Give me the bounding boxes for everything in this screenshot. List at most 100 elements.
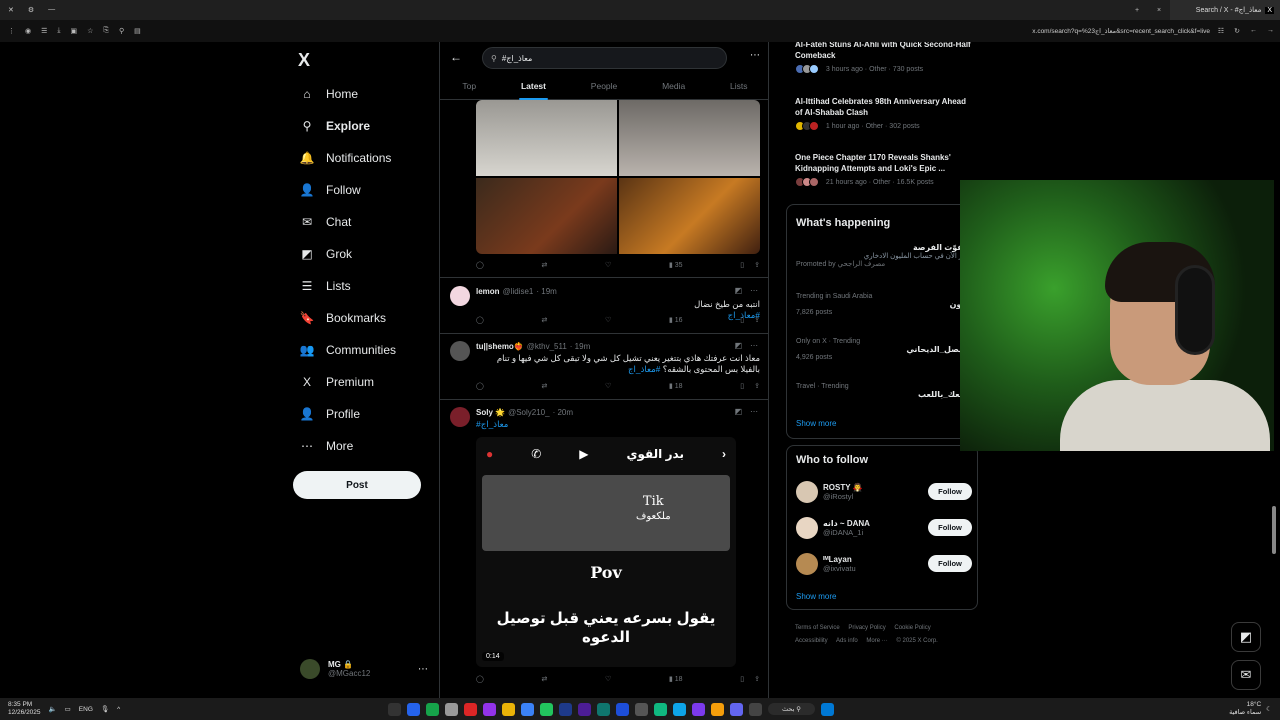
app-icon[interactable] <box>521 702 534 716</box>
show-more-link[interactable]: Show more <box>796 592 836 601</box>
post-button[interactable]: Post <box>293 471 421 499</box>
like-icon[interactable]: ♡ <box>605 382 611 390</box>
account-more-icon[interactable]: ⋯ <box>418 664 428 675</box>
app-icon[interactable] <box>711 702 724 716</box>
tab-top[interactable]: Top <box>462 78 476 100</box>
tweet-author[interactable]: lemon <box>476 287 500 296</box>
hashtag-link[interactable]: #معاذ_اج <box>628 364 660 374</box>
retweet-icon[interactable]: ⇄ <box>542 382 548 390</box>
media-image[interactable] <box>619 100 760 176</box>
app-icon[interactable] <box>502 702 515 716</box>
bookmark-icon[interactable]: ▯ <box>740 382 744 390</box>
download-icon[interactable]: ⤓ <box>57 27 60 35</box>
tweet-time[interactable]: · 19m <box>536 287 556 296</box>
hashtag-link[interactable]: #معاذ_اج <box>476 419 508 429</box>
nav-explore[interactable]: ⚲ Explore <box>298 110 396 142</box>
nav-premium[interactable]: X Premium <box>298 366 396 398</box>
back-arrow-icon[interactable]: ← <box>450 50 462 64</box>
footer-link[interactable]: Cookie Policy <box>894 625 930 631</box>
nav-chat[interactable]: ✉ Chat <box>298 206 396 238</box>
avatar[interactable] <box>450 286 470 306</box>
url-field[interactable]: x.com/search?q=%23معاذ_اج&src=recent_sea… <box>1032 27 1210 35</box>
follow-suggestion[interactable]: ROSTY 🧛 @iRostyl Follow <box>796 478 972 506</box>
footer-link[interactable]: Accessibility <box>795 638 828 644</box>
media-image[interactable] <box>619 178 760 254</box>
retweet-icon[interactable]: ⇄ <box>542 675 548 683</box>
network-icon[interactable]: ▭ <box>65 705 71 713</box>
reply-icon[interactable]: ◯ <box>476 316 484 324</box>
grok-icon[interactable]: ◩ <box>734 341 742 350</box>
app-icon[interactable] <box>445 702 458 716</box>
more-icon[interactable]: ⋯ <box>750 286 758 295</box>
tab-people[interactable]: People <box>591 78 617 100</box>
tab-media[interactable]: Media <box>662 78 685 100</box>
collections-icon[interactable]: ▣ <box>71 27 78 35</box>
more-icon[interactable]: ⋯ <box>750 341 758 350</box>
nav-grok[interactable]: ◩ Grok <box>298 238 396 270</box>
retweet-icon[interactable]: ⇄ <box>542 261 548 269</box>
windows-start-icon[interactable] <box>820 702 834 716</box>
extension-icon[interactable]: ◉ <box>25 27 31 35</box>
app-icon[interactable] <box>464 702 477 716</box>
trend-item[interactable]: Travel · Trending #سعك_باللعب <box>796 383 972 399</box>
views-count[interactable]: ▮ 35 <box>669 261 683 269</box>
close-window-icon[interactable]: ✕ <box>8 6 14 14</box>
tab-lists[interactable]: Lists <box>730 78 747 100</box>
nav-more[interactable]: ⋯ More <box>298 430 396 462</box>
bookmark-icon[interactable]: ▯ <box>740 675 744 683</box>
browser-tab-search[interactable]: Search / X - #معاذ_اج X <box>1170 0 1280 20</box>
app-icon[interactable] <box>654 702 667 716</box>
share-icon[interactable]: ⇪ <box>754 261 760 269</box>
tweet-author[interactable]: tu||shemo❤️‍🔥 <box>476 342 524 351</box>
news-item[interactable]: Al-Ittihad Celebrates 98th Anniversary A… <box>795 97 971 131</box>
views-count[interactable]: ▮ 16 <box>669 316 683 324</box>
clock-time[interactable]: 8:35 PM <box>8 701 41 709</box>
new-tab-button[interactable]: + <box>1126 7 1148 14</box>
app-icon[interactable] <box>730 702 743 716</box>
tweet-media-grid[interactable] <box>476 100 760 254</box>
app-icon[interactable] <box>749 702 762 716</box>
retweet-icon[interactable]: ⇄ <box>542 316 548 324</box>
follow-button[interactable]: Follow <box>928 483 972 500</box>
app-icon[interactable] <box>559 702 572 716</box>
sidebar-icon[interactable]: ☰ <box>41 27 47 35</box>
avatar[interactable] <box>450 341 470 361</box>
nav-home[interactable]: ⌂ Home <box>298 78 396 110</box>
nav-notifications[interactable]: 🔔 Notifications <box>298 142 396 174</box>
volume-icon[interactable]: 🔈 <box>49 705 57 713</box>
footer-link[interactable]: More ··· <box>866 638 887 644</box>
app-icon[interactable] <box>616 702 629 716</box>
promoted-trend[interactable]: لاتفوّت الفرصة ادخر الآن في حساب المليون… <box>796 243 972 268</box>
app-icon[interactable] <box>540 702 553 716</box>
nav-communities[interactable]: 👥 Communities <box>298 334 397 366</box>
tweet-author[interactable]: Soly 🌟 <box>476 408 505 417</box>
app-icon[interactable] <box>597 702 610 716</box>
language-indicator[interactable]: ENG <box>79 706 93 713</box>
share-icon[interactable]: ⎘ <box>103 27 109 35</box>
news-item[interactable]: One Piece Chapter 1170 Reveals Shanks' K… <box>795 153 971 187</box>
tab-latest[interactable]: Latest <box>518 78 549 100</box>
follow-suggestion[interactable]: دانه ~ DANA @iDANA_1i Follow <box>796 514 972 542</box>
more-options-icon[interactable]: ⋯ <box>750 50 760 61</box>
messages-float-button[interactable]: ✉ <box>1231 660 1261 690</box>
trend-item[interactable]: Trending in Saudi Arabia تعاون 7,826 pos… <box>796 293 972 316</box>
favorite-icon[interactable]: ☆ <box>87 27 93 35</box>
app-icon[interactable] <box>388 702 401 716</box>
reply-icon[interactable]: ◯ <box>476 675 484 683</box>
footer-link[interactable]: Privacy Policy <box>848 625 885 631</box>
footer-link[interactable]: Terms of Service <box>795 625 840 631</box>
trend-item[interactable]: Only on X · Trending #فيصل_الديحاني 4,92… <box>796 338 972 361</box>
app-icon[interactable] <box>426 702 439 716</box>
more-icon[interactable]: ⋯ <box>750 407 758 416</box>
avatar[interactable] <box>450 407 470 427</box>
video-player[interactable]: ● ✆ ▶ بدر القوي › Tik ملكعوف Pov يقول بس… <box>476 437 736 667</box>
weather-widget[interactable]: 18°C سماء صافية ☾ <box>1229 701 1272 717</box>
app-icon[interactable] <box>673 702 686 716</box>
nav-profile[interactable]: 👤 Profile <box>298 398 396 430</box>
app-icon[interactable] <box>407 702 420 716</box>
reload-icon[interactable]: ↻ <box>1234 27 1240 35</box>
close-tab-icon[interactable]: × <box>1148 7 1170 14</box>
bookmark-icon[interactable]: ▯ <box>740 261 744 269</box>
scrollbar[interactable] <box>1272 506 1276 554</box>
like-icon[interactable]: ♡ <box>605 675 611 683</box>
